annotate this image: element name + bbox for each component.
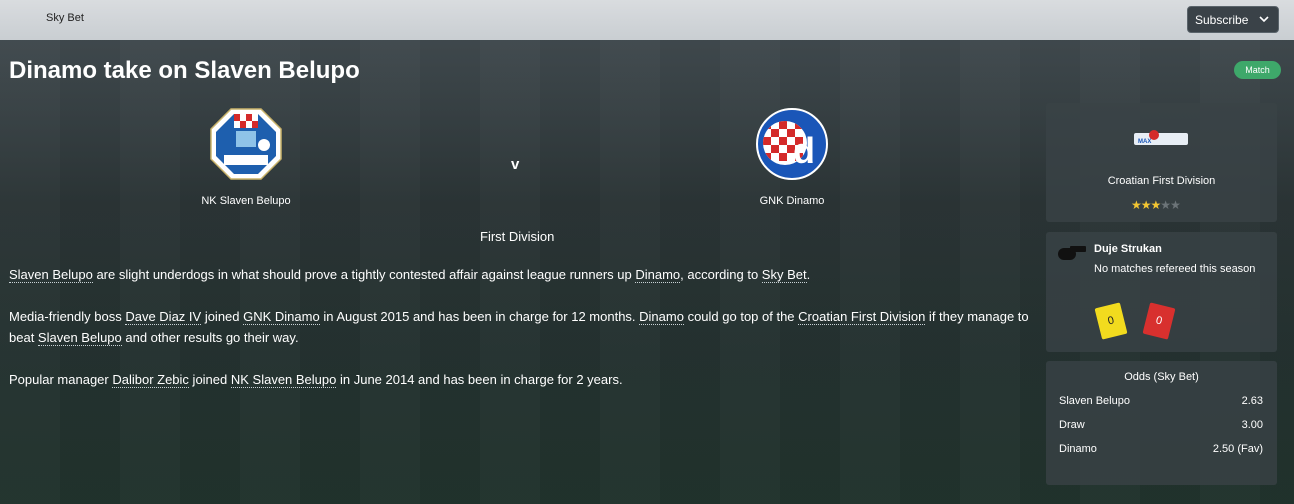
odds-label: Dinamo — [1059, 443, 1097, 455]
slaven-belupo-crest-icon — [210, 108, 282, 180]
match-badge: Match — [1234, 61, 1281, 79]
team-link[interactable]: NK Slaven Belupo — [230, 372, 337, 388]
team-link[interactable]: Dinamo — [639, 309, 684, 325]
news-source: Sky Bet — [46, 12, 84, 24]
odds-row: Dinamo 2.50 (Fav) — [1059, 443, 1263, 455]
odds-panel: Odds (Sky Bet) Slaven Belupo 2.63 Draw 3… — [1046, 361, 1277, 485]
odds-row: Slaven Belupo 2.63 — [1059, 395, 1263, 407]
odds-value: 3.00 — [1241, 419, 1263, 431]
referee-note: No matches refereed this season — [1094, 263, 1256, 275]
home-team[interactable]: NK Slaven Belupo — [186, 107, 306, 207]
odds-value: 2.63 — [1241, 395, 1263, 407]
star-icon: ★ — [1150, 198, 1162, 212]
manager-link[interactable]: Dalibor Zebic — [112, 372, 189, 388]
star-icon: ★ — [1160, 198, 1171, 212]
article-title: Dinamo take on Slaven Belupo — [9, 57, 360, 84]
manager-link[interactable]: Dave Diaz IV — [125, 309, 202, 325]
odds-title: Odds (Sky Bet) — [1124, 371, 1199, 383]
yellow-card-count: 0 — [1094, 302, 1128, 340]
subscribe-label: Subscribe — [1195, 12, 1249, 27]
whistle-icon — [1058, 246, 1086, 260]
star-icon: ★ — [1170, 198, 1181, 212]
referee-name: Duje Strukan — [1094, 243, 1162, 255]
odds-label: Draw — [1059, 419, 1085, 431]
star-icon: ★ — [1140, 198, 1152, 212]
away-team[interactable]: d GNK Dinamo — [732, 107, 852, 207]
versus-label: v — [511, 156, 520, 173]
dinamo-crest-icon: d — [756, 108, 828, 180]
subscribe-button[interactable]: Subscribe — [1187, 6, 1279, 33]
top-bar: Sky Bet Subscribe — [0, 0, 1294, 40]
team-link[interactable]: Slaven Belupo — [37, 330, 122, 346]
league-panel[interactable]: MAX Croatian First Division ★★★★★ — [1046, 103, 1277, 222]
home-team-name: NK Slaven Belupo — [201, 195, 291, 207]
away-team-name: GNK Dinamo — [759, 195, 825, 207]
league-logo-icon: MAX — [1134, 130, 1188, 145]
referee-panel[interactable]: Duje Strukan No matches refereed this se… — [1046, 232, 1277, 352]
team-link[interactable]: Dinamo — [635, 267, 681, 283]
odds-value: 2.50 (Fav) — [1212, 443, 1263, 455]
source-link[interactable]: Sky Bet — [761, 267, 807, 283]
odds-label: Slaven Belupo — [1059, 395, 1130, 407]
svg-text:MAX: MAX — [1138, 139, 1151, 145]
article-paragraph: Popular manager Dalibor Zebic joined NK … — [9, 372, 623, 388]
article-paragraph: Slaven Belupo are slight underdogs in wh… — [9, 267, 811, 283]
team-link[interactable]: Slaven Belupo — [9, 267, 93, 283]
team-link[interactable]: GNK Dinamo — [243, 309, 320, 325]
chevron-down-icon — [1259, 16, 1269, 23]
competition-link[interactable]: Croatian First Division — [798, 309, 926, 325]
svg-text:d: d — [793, 130, 815, 171]
odds-row: Draw 3.00 — [1059, 419, 1263, 431]
article-paragraph: Media-friendly boss Dave Diaz IV joined … — [9, 309, 1029, 346]
competition-label: First Division — [480, 229, 555, 244]
red-card-count: 0 — [1142, 302, 1176, 340]
star-icon: ★ — [1131, 198, 1142, 212]
league-name: Croatian First Division — [1107, 175, 1216, 187]
league-rating: ★★★★★ — [1131, 198, 1181, 212]
